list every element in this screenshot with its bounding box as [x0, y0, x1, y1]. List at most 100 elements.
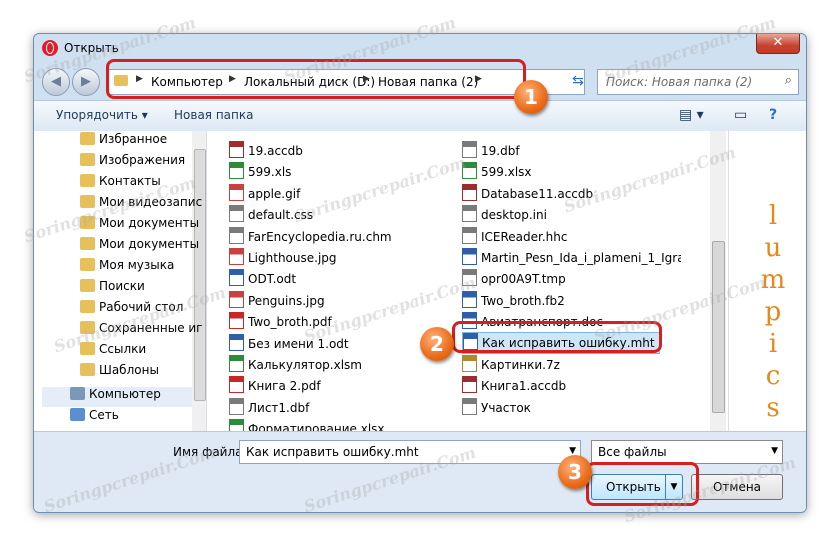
file-item[interactable]: Калькулятор.xlsm [229, 355, 362, 375]
sidebar-item[interactable]: Изображения [80, 153, 185, 173]
file-item[interactable]: 599.xlsx [462, 162, 532, 182]
folder-icon [80, 153, 95, 166]
file-icon [229, 419, 244, 431]
file-item[interactable]: Форматирование.xlsx [229, 419, 385, 431]
file-type-select[interactable]: Все файлы ▼ [591, 440, 783, 464]
file-name: Martin_Pesn_Ida_i_plameni_1_Igra_prestol… [481, 251, 681, 265]
file-name: apple.gif [248, 186, 301, 201]
file-item[interactable]: 599.xls [229, 162, 291, 182]
file-name: desktop.ini [481, 208, 547, 223]
brand-letter: u [764, 233, 782, 263]
open-file-dialog: Открыть ✕ ◀ ▶ ▶ Компьютер ▶ Локальный ди… [33, 33, 807, 513]
file-name: Two_broth.fb2 [481, 293, 565, 308]
new-folder-button[interactable]: Новая папка [174, 108, 253, 122]
file-name: ODT.odt [248, 272, 297, 287]
file-icon [229, 162, 244, 180]
file-item[interactable]: FarEncyclopedia.ru.chm [229, 226, 392, 247]
file-icon [462, 205, 477, 223]
file-name: 19.accdb [248, 144, 303, 158]
file-list-scrollbar-thumb[interactable] [712, 241, 725, 413]
file-name: ICEReader.hhc [481, 229, 568, 244]
file-type-value[interactable]: Все файлы [598, 445, 667, 459]
file-icon [462, 397, 477, 415]
sidebar-item[interactable]: Компьютер [42, 387, 192, 407]
file-item[interactable]: 19.dbf [462, 141, 520, 161]
file-name: Калькулятор.xlsm [248, 358, 362, 372]
step-badge-1: 1 [514, 80, 548, 114]
folder-icon [80, 174, 95, 187]
file-item[interactable]: Участок [462, 397, 531, 418]
refresh-button[interactable]: ⇆ [566, 69, 590, 93]
sidebar-item[interactable]: Моя музыка [80, 258, 174, 278]
file-item[interactable]: Лист1.dbf [229, 397, 310, 418]
sidebar-item[interactable]: Мои документы [80, 237, 199, 257]
close-button[interactable]: ✕ [756, 34, 800, 54]
preview-pane-icon[interactable]: ▭ [734, 107, 747, 123]
view-options-icon[interactable]: ▤ ▾ [679, 107, 704, 123]
file-icon [462, 248, 477, 265]
forward-arrow-icon: ▶ [81, 74, 91, 89]
sidebar-item-label: Поиски [99, 279, 145, 293]
file-icon [229, 376, 244, 394]
refresh-icon: ⇆ [572, 73, 584, 89]
brand-letter: i [768, 329, 778, 359]
sidebar-item-label: Ссылки [99, 342, 147, 356]
file-name: Форматирование.xlsx [248, 422, 385, 431]
sidebar-item-label: Шаблоны [99, 363, 159, 377]
sidebar-item-label: Мои документы [99, 237, 200, 251]
file-item[interactable]: Книга1.accdb [462, 376, 566, 396]
folder-icon [80, 279, 95, 292]
file-name: 599.xls [248, 165, 292, 180]
file-item[interactable]: ODT.odt [229, 269, 296, 289]
file-list-scrollbar[interactable] [710, 131, 726, 431]
file-icon [229, 248, 244, 265]
chevron-down-icon[interactable]: ▼ [771, 446, 778, 456]
sidebar-item[interactable]: Шаблоны [80, 363, 159, 383]
file-item[interactable]: opr00A9T.tmp [462, 269, 566, 289]
file-icon [462, 183, 477, 201]
file-icon [462, 226, 477, 244]
organize-button[interactable]: Упорядочить ▾ [56, 108, 148, 122]
network-icon [70, 408, 85, 421]
brand-letter: p [764, 297, 782, 327]
sidebar-item[interactable]: Избранное [80, 132, 167, 152]
file-item[interactable]: desktop.ini [462, 205, 547, 225]
file-icon [229, 355, 244, 372]
command-toolbar: Упорядочить ▾ Новая папка ▤ ▾ ▭ ? [34, 100, 806, 132]
sidebar-item[interactable]: Поиски [80, 279, 145, 299]
help-icon[interactable]: ? [769, 107, 777, 123]
file-icon [229, 269, 244, 287]
folder-icon [80, 300, 95, 313]
filename-value[interactable]: Как исправить ошибку.mht [246, 445, 419, 459]
file-name: FarEncyclopedia.ru.chm [248, 229, 392, 244]
file-icon [462, 355, 477, 372]
file-name: Penguins.jpg [248, 293, 325, 308]
file-item[interactable]: Книга 2.pdf [229, 376, 321, 396]
file-item[interactable]: Penguins.jpg [229, 290, 325, 311]
folder-icon [80, 363, 95, 376]
sidebar-item[interactable]: Сеть [70, 408, 119, 428]
file-item[interactable]: ICEReader.hhc [462, 226, 568, 247]
file-name: 599.xlsx [481, 165, 532, 180]
file-icon [229, 205, 244, 223]
file-icon [462, 141, 477, 158]
step-badge-3: 3 [558, 455, 592, 489]
folder-icon [80, 237, 95, 250]
file-item[interactable]: Картинки.7z [462, 355, 560, 375]
sidebar-item-label: Компьютер [89, 387, 161, 401]
file-icon [229, 333, 244, 351]
brand-letter: c [765, 361, 781, 391]
file-name: Без имени 1.odt [248, 336, 349, 351]
file-item[interactable]: 19.accdb [229, 141, 303, 161]
file-icon [229, 290, 244, 308]
file-name: Книга1.accdb [481, 379, 567, 394]
file-item[interactable]: Martin_Pesn_Ida_i_plameni_1_Igra_prestol… [462, 248, 681, 268]
file-item[interactable]: apple.gif [229, 183, 301, 204]
file-item[interactable]: Lighthouse.jpg [229, 248, 337, 268]
file-item[interactable]: Two_broth.fb2 [462, 290, 565, 311]
nav-scrollbar[interactable] [192, 131, 206, 431]
forward-button[interactable]: ▶ [72, 68, 100, 96]
file-name: Картинки.7z [481, 358, 560, 372]
file-name: Лист1.dbf [248, 400, 310, 415]
filename-field[interactable]: Как исправить ошибку.mht ▼ [239, 440, 581, 464]
